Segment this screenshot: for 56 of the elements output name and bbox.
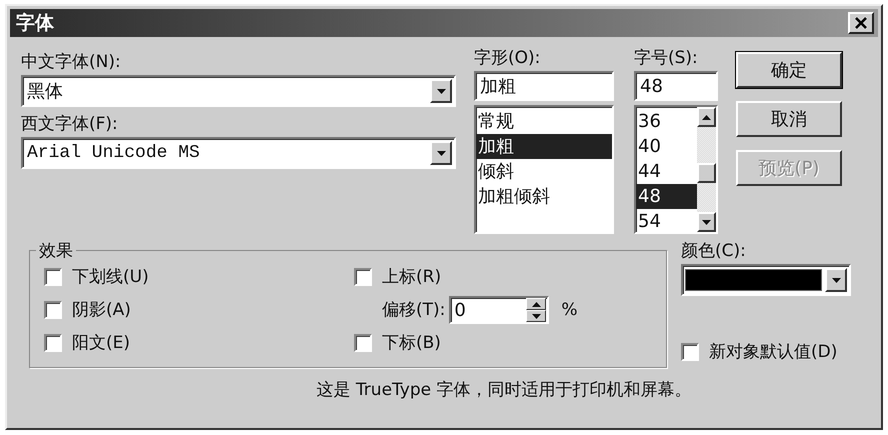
field-label: 字号(S): <box>634 47 699 69</box>
dropdown-button[interactable] <box>825 268 847 292</box>
caret-icon <box>436 88 446 94</box>
list-item[interactable]: 36 <box>636 109 697 134</box>
scrollbar-thumb[interactable] <box>697 163 716 183</box>
caret-icon <box>702 220 711 224</box>
list-item[interactable]: 44 <box>636 159 697 184</box>
list-box[interactable]: 36 40 44 48 54 <box>634 105 718 234</box>
dropdown-button[interactable] <box>430 79 452 103</box>
list-item[interactable]: 48 <box>636 184 697 209</box>
checkbox-label: 阳文(E) <box>72 332 130 354</box>
checkbox[interactable] <box>354 268 372 286</box>
checkbox[interactable] <box>681 343 699 361</box>
field-label: 偏移(T): <box>382 299 446 321</box>
input-field[interactable]: 加粗 <box>474 71 614 101</box>
list-item[interactable]: 54 <box>636 209 697 232</box>
spin-down-button[interactable] <box>526 310 546 322</box>
spin-field[interactable]: 0 <box>449 296 550 324</box>
checkbox[interactable] <box>44 334 62 352</box>
checkbox-label: 新对象默认值(D) <box>709 341 838 363</box>
dropdown-field[interactable]: 黑体 <box>21 75 456 107</box>
checkbox[interactable] <box>44 268 62 286</box>
list-item[interactable]: 加粗 <box>476 134 612 159</box>
scroll-down-button[interactable] <box>697 212 716 232</box>
checkbox-label: 上标(R) <box>382 266 442 288</box>
list-box[interactable]: 常规 加粗 倾斜 加粗倾斜 <box>474 105 614 234</box>
dialog-button[interactable]: 确定 <box>736 52 842 88</box>
close-icon <box>855 17 867 29</box>
list-item[interactable]: 加粗倾斜 <box>476 184 612 209</box>
checkbox[interactable] <box>44 301 62 319</box>
dropdown-button[interactable] <box>430 141 452 165</box>
caret-icon <box>832 278 840 282</box>
window-title: 字体 <box>16 11 54 36</box>
dialog-button[interactable]: 取消 <box>736 101 842 137</box>
list-item[interactable]: 40 <box>636 134 697 159</box>
checkbox[interactable] <box>354 334 372 352</box>
dropdown-field[interactable]: Arial Unicode MS <box>21 137 456 169</box>
list-item[interactable]: 常规 <box>476 109 612 134</box>
field-label: 字形(O): <box>474 47 542 69</box>
caret-icon <box>436 150 446 156</box>
checkbox-label: 阴影(A) <box>72 299 131 321</box>
caret-icon <box>702 114 711 120</box>
scroll-up-button[interactable] <box>697 107 716 127</box>
spin-up-button[interactable] <box>526 298 546 310</box>
info-text: 这是 TrueType 字体，同时适用于打印机和屏幕。 <box>316 379 692 401</box>
field-label: 中文字体(N): <box>21 51 122 73</box>
color-dropdown[interactable] <box>681 264 851 296</box>
list-item[interactable]: 倾斜 <box>476 159 612 184</box>
close-button[interactable] <box>848 12 874 34</box>
scrollbar[interactable] <box>697 107 716 232</box>
field-label: 西文字体(F): <box>21 113 119 135</box>
unit-label: % <box>561 299 578 321</box>
field-label: 颜色(C): <box>681 240 747 262</box>
input-field[interactable]: 48 <box>634 71 718 101</box>
checkbox-label: 下标(B) <box>382 332 441 354</box>
checkbox-label: 下划线(U) <box>72 266 149 288</box>
